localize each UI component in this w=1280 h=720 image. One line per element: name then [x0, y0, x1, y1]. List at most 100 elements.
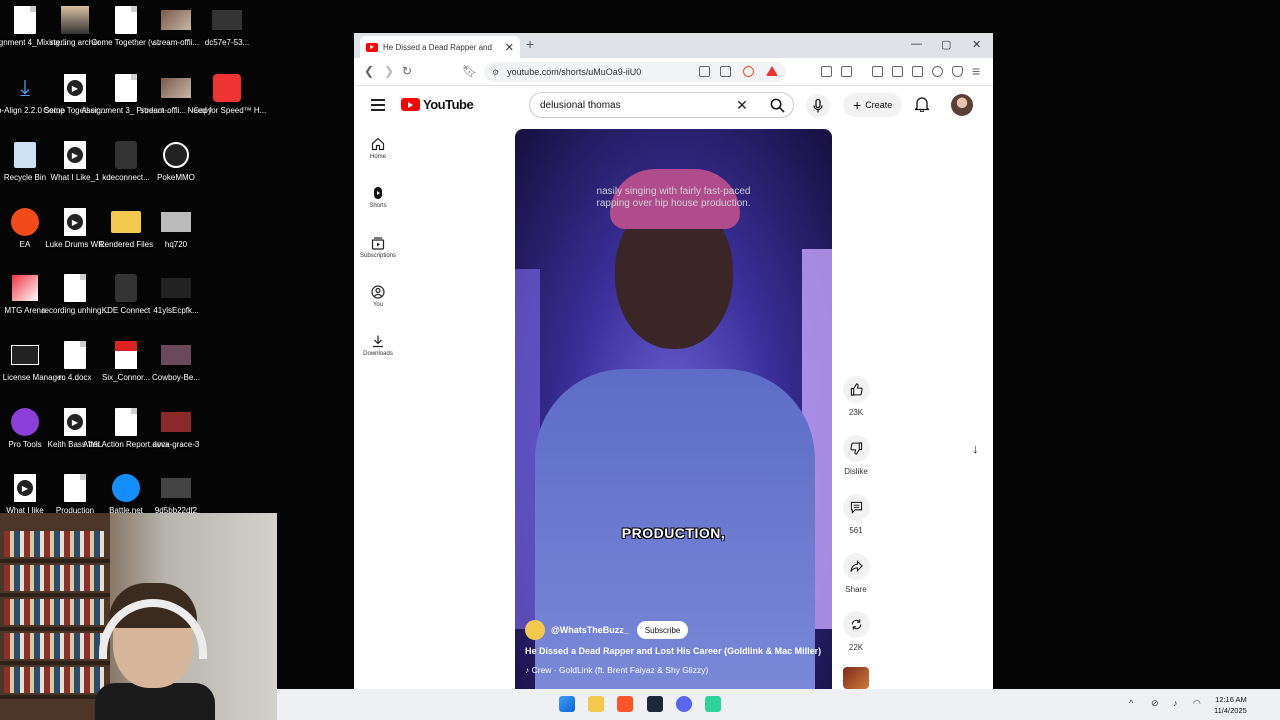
like-button[interactable] [842, 376, 870, 403]
channel-row: @WhatsTheBuzz_ Subscribe [525, 620, 689, 640]
desktop-icon-battle-net[interactable]: Battle.net [101, 473, 151, 516]
sound-thumbnail[interactable] [843, 667, 869, 689]
streamer [95, 583, 215, 720]
create-button[interactable]: + Create [843, 93, 903, 117]
desktop-icon-dc57e7[interactable]: dc57e7-53... [202, 5, 252, 48]
reload-icon[interactable]: ↻ [402, 64, 412, 78]
address-bar[interactable]: ⚙ youtube.com/shorts/uMuOa9-iiU0 [484, 62, 786, 82]
remix-icon [851, 619, 861, 630]
folder-icon [111, 207, 141, 237]
menu-icon[interactable]: ≡ [972, 63, 980, 79]
desktop-icon-luke-drums[interactable]: ▶ Luke Drums WIL [45, 207, 105, 250]
shorts-video-player[interactable]: nasily singing with fairly fast-paced ra… [515, 129, 832, 689]
home-icon [371, 137, 385, 151]
desktop-icon-kdeconnect[interactable]: kdeconnect... [101, 140, 151, 183]
channel-name-link[interactable]: @WhatsTheBuzz_ [551, 625, 629, 635]
desktop-icon-need-for-speed[interactable]: Need for Speed™ H... [188, 73, 266, 116]
desktop-icon-recycle-bin[interactable]: Recycle Bin [0, 140, 50, 183]
brave-rewards-icon[interactable] [766, 66, 778, 76]
cast-icon[interactable] [699, 66, 710, 77]
desktop-icon-rendered-files[interactable]: Rendered Files [99, 207, 153, 250]
tab-youtube-short[interactable]: He Dissed a Dead Rapper and ✕ [360, 36, 520, 58]
youtube-logo[interactable]: YouTube [401, 97, 474, 112]
bookmark-icon[interactable]: 🔖︎ [462, 64, 477, 78]
desktop-icon-hq720[interactable]: hq720 [151, 207, 201, 250]
guide-item-downloads[interactable]: Downloads [354, 334, 402, 357]
next-short-arrow-icon[interactable]: ↓ [972, 441, 979, 456]
minimize-button[interactable]: — [911, 38, 922, 50]
file-explorer-icon[interactable] [588, 696, 604, 712]
desktop-icon-avva-grace[interactable]: avva-grace-3 [151, 407, 201, 450]
shorts-icon [374, 187, 382, 199]
new-tab-button[interactable]: + [526, 36, 534, 52]
video-title[interactable]: He Dissed a Dead Rapper and Lost His Car… [525, 646, 821, 656]
search-input[interactable]: delusional thomas ✕ [529, 92, 794, 118]
steam-icon[interactable] [647, 696, 663, 712]
desktop-icon-cowboy-bebop[interactable]: Cowboy-Be... [151, 340, 201, 383]
desktop-icon-assignment-4[interactable]: Assignment 4_Mixing... [0, 5, 66, 48]
wifi-icon[interactable]: ◠ [1193, 698, 1201, 709]
desktop-icon-stream-offline[interactable]: stream-offli... [151, 5, 201, 48]
vpn-icon[interactable] [952, 66, 963, 77]
channel-avatar[interactable] [525, 620, 545, 640]
video-caption-overlay: nasily singing with fairly fast-paced ra… [596, 186, 751, 209]
guide-item-you[interactable]: You [354, 285, 402, 308]
desktop-icon-what-i-like-1[interactable]: ▶ What I Like_1 [50, 140, 100, 183]
desktop-icon-pro-tools[interactable]: Pro Tools [0, 407, 50, 450]
guide-item-home[interactable]: Home [354, 137, 402, 160]
desktop-icon-pokemmo[interactable]: PokeMMO [151, 140, 201, 183]
desktop-icon-production[interactable]: Production [50, 473, 100, 516]
reading-list-icon[interactable] [841, 66, 852, 77]
like-action: 23K [842, 376, 870, 417]
guide-menu-icon[interactable] [371, 99, 385, 114]
subscribe-button[interactable]: Subscribe [636, 621, 689, 639]
system-clock[interactable]: 12:16 AM 11/4/2025 [1214, 694, 1247, 716]
brave-shields-icon[interactable] [743, 66, 754, 77]
share-button[interactable] [842, 553, 870, 580]
music-attribution-link[interactable]: ♪ Crew · GoldLink (ft. Brent Faiyaz & Sh… [525, 665, 708, 675]
microphone-tray-icon[interactable]: ♪ [1173, 698, 1178, 708]
media-icon[interactable] [872, 66, 883, 77]
guide-item-shorts[interactable]: Shorts [354, 186, 402, 209]
remix-button[interactable] [842, 611, 870, 638]
comments-button[interactable] [842, 494, 870, 521]
desktop-icon-recording[interactable]: recording unhing... [42, 273, 108, 316]
wallet-icon[interactable] [912, 66, 923, 77]
extensions-icon[interactable] [821, 66, 832, 77]
desktop-icon-ru4[interactable]: ru 4.docx [50, 340, 100, 383]
pokeball-icon [161, 140, 191, 170]
back-icon[interactable]: ❮ [364, 64, 374, 78]
notifications-button[interactable] [913, 96, 931, 117]
show-hidden-icons-chevron-icon[interactable]: ^ [1129, 698, 1133, 708]
desktop-icon-kde-connect[interactable]: KDE Connect [101, 273, 151, 316]
brave-browser-icon[interactable] [617, 696, 633, 712]
start-windows-icon[interactable] [559, 696, 575, 712]
maximize-button[interactable]: ▢ [941, 38, 951, 51]
desktop-icon-9d5bb[interactable]: 9d5bb22df2 [151, 473, 201, 516]
desktop-icon-after-action[interactable]: After Action Report.docx [83, 407, 169, 450]
app-icon[interactable] [705, 696, 721, 712]
desktop-icon-what-i-like[interactable]: ▶ What I like [0, 473, 50, 516]
desktop-icon-ilok[interactable]: iLok License Manager [0, 340, 64, 383]
desktop-icon-six-connor[interactable]: Six_Connor... [101, 340, 151, 383]
comments-action: 561 [842, 494, 870, 535]
account-avatar[interactable] [951, 94, 973, 116]
desktop-icon-ea[interactable]: EA [0, 207, 50, 250]
sidebar-icon[interactable] [892, 66, 903, 77]
tab-close-button[interactable]: ✕ [505, 41, 514, 54]
dislike-button[interactable] [842, 435, 870, 462]
close-window-button[interactable]: ✕ [972, 38, 981, 51]
network-status-icon[interactable]: ⊘ [1151, 698, 1159, 709]
clear-search-icon[interactable]: ✕ [731, 97, 753, 114]
desktop-icon-come-together[interactable]: Come Together (v... [91, 5, 161, 48]
leo-icon[interactable] [932, 66, 943, 77]
share-icon[interactable] [720, 66, 731, 77]
bookshelf [0, 513, 110, 720]
search-button[interactable] [760, 92, 794, 118]
guide-item-subscriptions[interactable]: Subscriptions [354, 236, 402, 259]
site-info-icon[interactable]: ⚙ [492, 68, 499, 77]
voice-search-button[interactable] [806, 94, 830, 118]
forward-icon[interactable]: ❯ [384, 64, 394, 78]
discord-icon[interactable] [676, 696, 692, 712]
desktop-icon-41yls[interactable]: 41ylsEcpfk... [151, 273, 201, 316]
